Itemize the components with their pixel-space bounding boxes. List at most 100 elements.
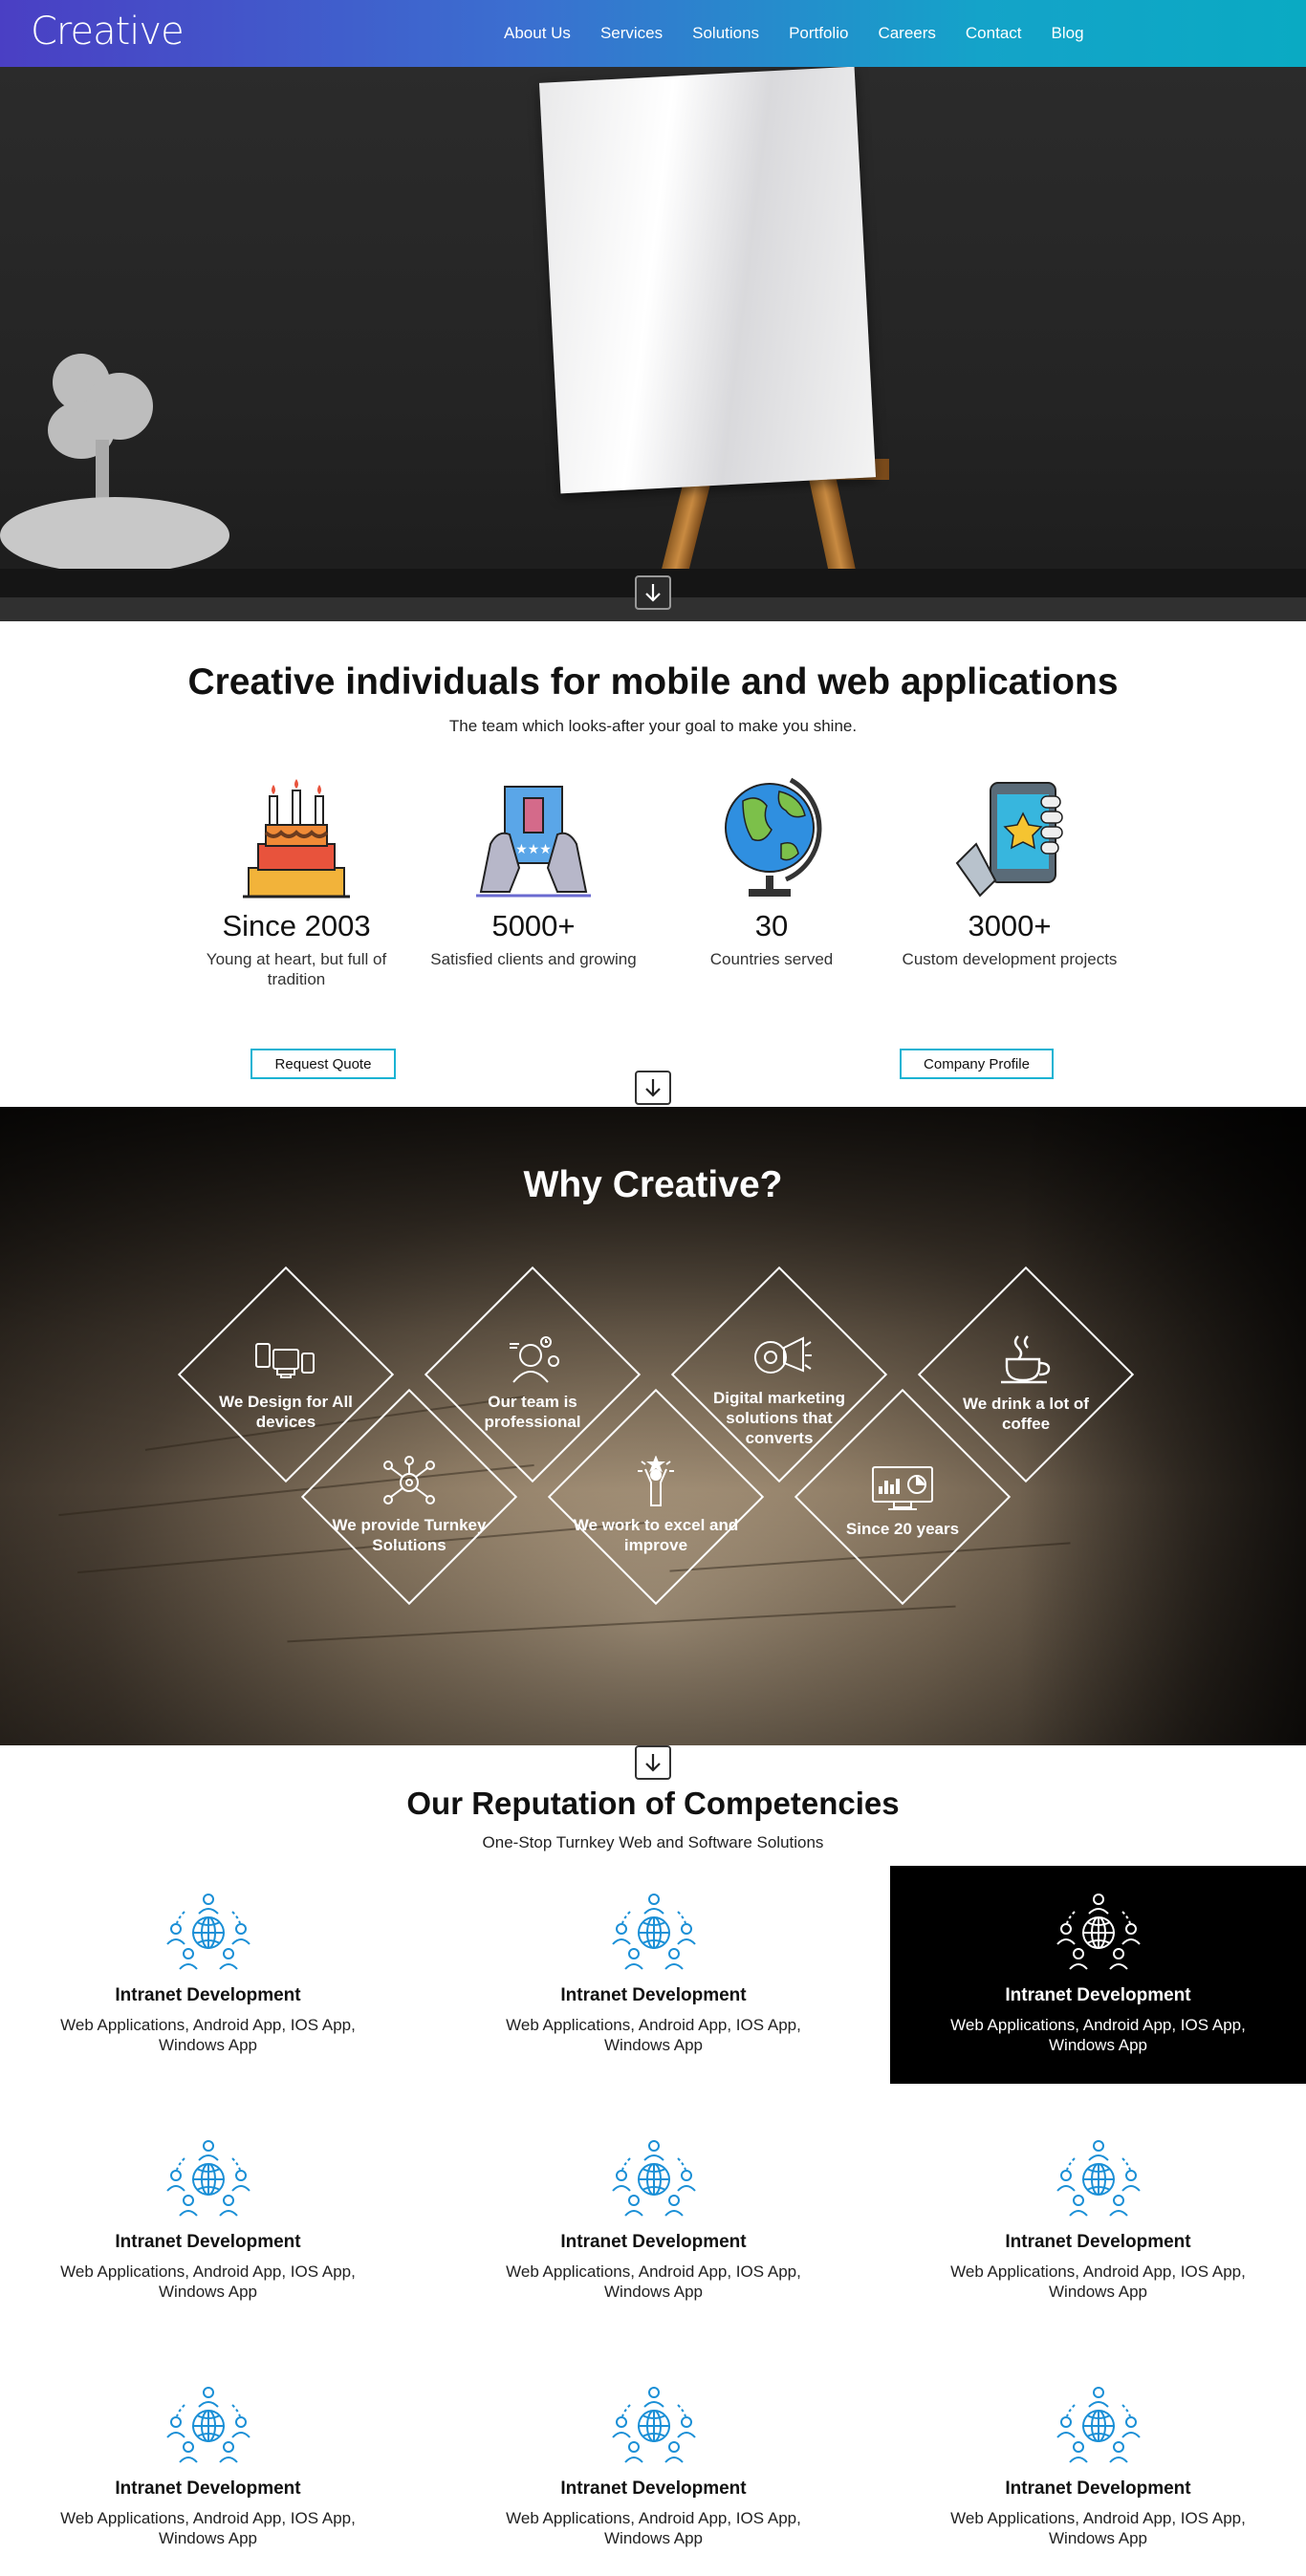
stat-label: Satisfied clients and growing	[430, 950, 637, 968]
competency-title: Intranet Development	[560, 2232, 747, 2252]
intranet-network-icon	[890, 2137, 1306, 2219]
nav-portfolio[interactable]: Portfolio	[789, 24, 848, 43]
competency-description: Web Applications, Android App, IOS App, …	[506, 2262, 801, 2301]
why-item: Digital marketing solutions that convert…	[693, 1332, 865, 1448]
hero-banner	[0, 67, 1306, 621]
stat-label: Young at heart, but full of tradition	[206, 950, 387, 988]
competency-card[interactable]: Intranet Development Web Applications, An…	[446, 2359, 861, 2576]
stat-item: Since 2003 Young at heart, but full of t…	[182, 772, 411, 989]
scroll-down-button[interactable]	[635, 575, 671, 610]
logo[interactable]: Creative	[31, 10, 185, 54]
why-item-label: We work to excel and improve	[573, 1516, 739, 1554]
stat-value: Since 2003	[222, 909, 371, 942]
why-item-label: We drink a lot of coffee	[963, 1395, 1089, 1433]
competency-description: Web Applications, Android App, IOS App, …	[950, 2016, 1246, 2054]
why-item: Since 20 years	[816, 1465, 989, 1539]
why-title: Why Creative?	[523, 1164, 783, 1205]
devices-icon	[200, 1342, 372, 1384]
intranet-network-icon	[446, 2384, 861, 2466]
achiever-icon	[570, 1456, 742, 1507]
why-item-label: We Design for All devices	[219, 1393, 353, 1431]
why-item-label: Digital marketing solutions that convert…	[713, 1389, 845, 1447]
why-item: We Design for All devices	[200, 1342, 372, 1432]
rating-card-icon: ★★★	[419, 772, 648, 901]
company-profile-button[interactable]: Company Profile	[900, 1049, 1054, 1079]
intro-title: Creative individuals for mobile and web …	[187, 661, 1119, 703]
intranet-network-icon	[0, 1891, 416, 1973]
competency-title: Intranet Development	[560, 1985, 747, 2005]
stat-value: 5000+	[491, 909, 576, 942]
competency-card[interactable]: Intranet Development Web Applications, An…	[0, 2112, 416, 2330]
why-section: Why Creative? We Design for All devices …	[0, 1107, 1306, 1745]
arrow-down-icon	[645, 1079, 661, 1097]
dashboard-icon	[816, 1465, 989, 1511]
competency-title: Intranet Development	[115, 2232, 301, 2252]
competency-description: Web Applications, Android App, IOS App, …	[506, 2016, 801, 2054]
cake-icon	[182, 772, 411, 901]
competency-title: Intranet Development	[560, 2479, 747, 2499]
intranet-network-icon	[0, 2137, 416, 2219]
phone-star-icon	[895, 772, 1124, 901]
why-item-label: Our team is professional	[484, 1393, 581, 1431]
why-item: Our team is professional	[446, 1334, 619, 1432]
intranet-network-icon	[446, 1891, 861, 1973]
network-gear-icon	[323, 1456, 495, 1507]
competency-description: Web Applications, Android App, IOS App, …	[60, 2509, 356, 2547]
coffee-icon	[940, 1332, 1112, 1386]
competency-description: Web Applications, Android App, IOS App, …	[950, 2509, 1246, 2547]
intranet-network-icon	[890, 1891, 1306, 1973]
competency-card[interactable]: Intranet Development Web Applications, An…	[890, 1866, 1306, 2084]
megaphone-gear-icon	[693, 1332, 865, 1380]
competency-title: Intranet Development	[1005, 2232, 1191, 2252]
nav-blog[interactable]: Blog	[1052, 24, 1084, 43]
intranet-network-icon	[0, 2384, 416, 2466]
nav-solutions[interactable]: Solutions	[692, 24, 759, 43]
competency-card[interactable]: Intranet Development Web Applications, An…	[446, 2112, 861, 2330]
competency-description: Web Applications, Android App, IOS App, …	[60, 2262, 356, 2301]
stat-value: 30	[754, 909, 789, 942]
why-item-label: Since 20 years	[845, 1520, 960, 1538]
nav-about-us[interactable]: About Us	[504, 24, 571, 43]
arrow-down-icon	[645, 584, 661, 602]
background-texture	[287, 1605, 956, 1643]
competency-title: Intranet Development	[115, 2479, 301, 2499]
competency-card[interactable]: Intranet Development Web Applications, An…	[890, 2359, 1306, 2576]
intranet-network-icon	[890, 2384, 1306, 2466]
scroll-down-button[interactable]	[635, 1071, 671, 1105]
site-header: Creative About Us Services Solutions Por…	[0, 0, 1306, 67]
intro-subtitle: The team which looks-after your goal to …	[448, 717, 858, 735]
competencies-title: Our Reputation of Competencies	[406, 1786, 900, 1821]
easel-canvas	[538, 67, 877, 494]
stat-value: 3000+	[968, 909, 1052, 942]
competency-card[interactable]: Intranet Development Web Applications, An…	[0, 2359, 416, 2576]
competencies-subtitle: One-Stop Turnkey Web and Software Soluti…	[482, 1833, 824, 1851]
why-item-label: We provide Turnkey Solutions	[332, 1516, 487, 1554]
arrow-down-icon	[645, 1754, 661, 1772]
stat-item: 30 Countries served	[657, 772, 886, 969]
svg-text:★★★: ★★★	[515, 842, 552, 857]
competency-card[interactable]: Intranet Development Web Applications, An…	[446, 1866, 861, 2084]
why-item: We drink a lot of coffee	[940, 1332, 1112, 1434]
scroll-down-button[interactable]	[635, 1745, 671, 1780]
cloud-illustration	[0, 497, 229, 574]
competency-description: Web Applications, Android App, IOS App, …	[506, 2509, 801, 2547]
nav-contact[interactable]: Contact	[966, 24, 1022, 43]
competency-title: Intranet Development	[1005, 2479, 1191, 2499]
competency-card[interactable]: Intranet Development Web Applications, An…	[890, 2112, 1306, 2330]
stat-label: Custom development projects	[902, 950, 1118, 968]
nav-careers[interactable]: Careers	[878, 24, 935, 43]
competency-card[interactable]: Intranet Development Web Applications, An…	[0, 1866, 416, 2084]
professional-icon	[446, 1334, 619, 1384]
nav-services[interactable]: Services	[600, 24, 663, 43]
competency-title: Intranet Development	[1005, 1985, 1191, 2005]
request-quote-button[interactable]: Request Quote	[250, 1049, 396, 1079]
main-nav: About Us Services Solutions Portfolio Ca…	[504, 0, 1114, 67]
competency-description: Web Applications, Android App, IOS App, …	[950, 2262, 1246, 2301]
why-item: We work to excel and improve	[570, 1456, 742, 1555]
why-item: We provide Turnkey Solutions	[323, 1456, 495, 1555]
competency-title: Intranet Development	[115, 1985, 301, 2005]
competency-description: Web Applications, Android App, IOS App, …	[60, 2016, 356, 2054]
stat-label: Countries served	[709, 950, 834, 968]
intranet-network-icon	[446, 2137, 861, 2219]
stat-item: 3000+ Custom development projects	[895, 772, 1124, 969]
